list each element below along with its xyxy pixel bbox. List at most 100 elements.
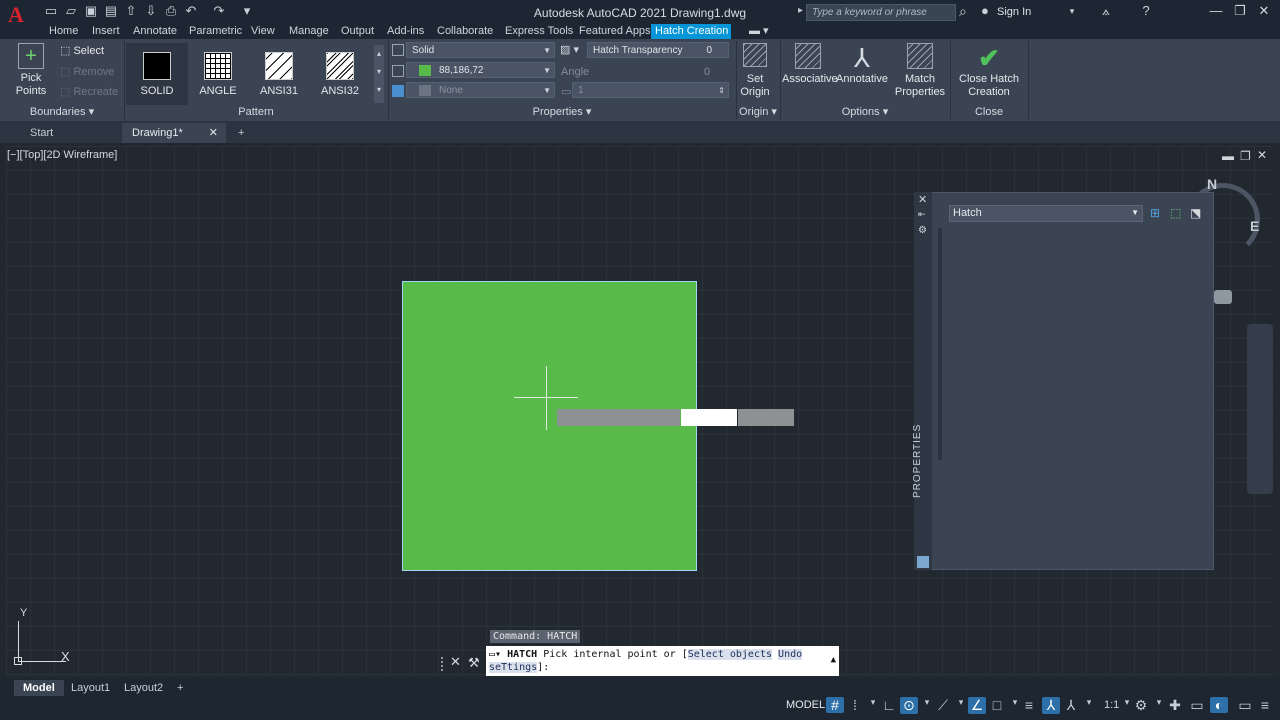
associative-button[interactable]: Associative — [782, 43, 838, 86]
match-properties-button[interactable]: Match Properties — [893, 43, 947, 99]
background-color-dropdown[interactable]: None ▼ — [406, 82, 555, 98]
workspace-gear-icon[interactable]: ⚙ — [1132, 697, 1150, 714]
command-line-input[interactable]: ▭▾ HATCH Pick internal point or [Select … — [486, 646, 839, 676]
clean-screen-icon[interactable]: ▭ — [1236, 697, 1254, 714]
close-hatch-creation-button[interactable]: ✔ Close Hatch Creation — [954, 43, 1024, 99]
tab-manage[interactable]: Manage — [285, 24, 333, 39]
ucs-menu-icon[interactable] — [1214, 290, 1232, 304]
tab-output[interactable]: Output — [337, 24, 378, 39]
customization-menu-icon[interactable]: ≡ — [1256, 697, 1274, 713]
palette-close-icon[interactable]: ✕ — [918, 193, 927, 206]
tab-drawing1[interactable]: Drawing1* ✕ — [122, 123, 226, 143]
viewport-minimize-icon[interactable]: ▬ — [1222, 149, 1234, 163]
toggle-pickadd-icon[interactable]: ⊞ — [1150, 206, 1160, 220]
object-snap-tracking-icon[interactable]: ∠ — [968, 697, 986, 714]
navigation-bar[interactable] — [1247, 324, 1273, 494]
polar-icon[interactable]: ⊙ — [900, 697, 918, 714]
minimize-icon[interactable]: — — [1208, 3, 1224, 18]
pattern-ansi31[interactable]: ANSI31 — [248, 43, 310, 105]
tab-collaborate[interactable]: Collaborate — [433, 24, 497, 39]
tab-view[interactable]: View — [247, 24, 279, 39]
pattern-angle[interactable]: ANGLE — [187, 43, 249, 105]
recent-commands-icon[interactable]: ▭▾ — [489, 649, 501, 660]
hatch-preview[interactable] — [402, 281, 697, 571]
grid-icon[interactable]: # — [826, 697, 844, 713]
viewport-close-icon[interactable]: ✕ — [1257, 148, 1267, 162]
search-input[interactable]: Type a keyword or phrase — [806, 4, 956, 21]
tab-annotate[interactable]: Annotate — [129, 24, 181, 39]
tab-hatch-creation[interactable]: Hatch Creation — [651, 24, 731, 39]
tab-parametric[interactable]: Parametric — [185, 24, 246, 39]
option-undo[interactable]: Undo — [778, 649, 803, 660]
dynamic-input-field[interactable] — [557, 409, 680, 426]
search-icon[interactable]: ⌕ — [959, 3, 967, 20]
tab-featured-apps[interactable]: Featured Apps — [575, 24, 655, 39]
tab-start[interactable]: Start — [20, 123, 63, 143]
palette-title-strip[interactable] — [914, 192, 932, 570]
palette-settings-icon[interactable]: ⚙ — [918, 225, 927, 236]
close-tab-icon[interactable]: ✕ — [209, 123, 218, 143]
annotation-monitor-icon[interactable]: ✚ — [1166, 697, 1184, 714]
hatch-color-dropdown[interactable]: 88,186,72 ▼ — [406, 62, 555, 78]
origin-panel-label[interactable]: Origin ▾ — [736, 105, 780, 120]
transparency-field[interactable]: Hatch Transparency 0 — [587, 42, 729, 58]
ortho-icon[interactable]: ∟ — [880, 697, 898, 713]
tab-home[interactable]: Home — [45, 24, 82, 39]
ribbon-toggle-icon[interactable]: ▬ ▾ — [745, 24, 773, 39]
signin-dropdown-icon[interactable]: ▾ — [1064, 6, 1080, 17]
isodraft-icon[interactable]: ⟋ — [934, 697, 952, 714]
tab-add-ins[interactable]: Add-ins — [383, 24, 428, 39]
options-panel-label[interactable]: Options ▾ — [780, 105, 950, 120]
pick-points-button[interactable]: + Pick Points — [4, 43, 58, 98]
dynamic-input-field[interactable] — [681, 409, 737, 426]
command-grip-icon[interactable] — [441, 657, 447, 671]
model-space-button[interactable]: MODEL — [786, 699, 825, 711]
tab-model[interactable]: Model — [14, 680, 64, 696]
annotation-scale[interactable]: 1:1 — [1104, 699, 1119, 711]
option-settings[interactable]: seTtings — [489, 662, 538, 673]
hatch-type-dropdown[interactable]: Solid ▼ — [406, 42, 555, 58]
boundaries-panel-label[interactable]: Boundaries ▾ — [0, 105, 124, 120]
option-select-objects[interactable]: Select objects — [687, 649, 773, 660]
auto-scale-icon[interactable]: ⅄ — [1062, 697, 1080, 714]
restore-icon[interactable]: ❐ — [1232, 3, 1248, 19]
scale-field[interactable]: 1 ⇕ — [572, 82, 729, 98]
user-icon[interactable]: ● — [981, 3, 989, 18]
pattern-ansi32[interactable]: ANSI32 — [309, 43, 371, 105]
tab-insert[interactable]: Insert — [88, 24, 124, 39]
annotation-dropdown-icon[interactable]: ▾ — [1080, 697, 1098, 708]
command-history-toggle-icon[interactable]: ▲ — [831, 654, 836, 667]
annotation-visibility-icon[interactable]: ⅄ — [1042, 697, 1060, 714]
dynamic-input-field[interactable] — [738, 409, 794, 426]
tab-express-tools[interactable]: Express Tools — [501, 24, 577, 39]
palette-autohide-icon[interactable]: ⇤ — [918, 209, 926, 220]
units-icon[interactable]: ▭ — [1188, 697, 1206, 714]
select-objects-icon[interactable]: ⬚ — [1170, 206, 1181, 220]
angle-value[interactable]: 0 — [704, 66, 710, 78]
tab-layout1[interactable]: Layout1 — [62, 680, 119, 696]
command-close-icon[interactable]: ✕ — [450, 654, 461, 670]
exchange-icon[interactable]: ⟑ — [1098, 3, 1114, 19]
select-button[interactable]: ⬚ Select — [60, 45, 104, 58]
remove-button[interactable]: ⬚ Remove — [60, 66, 114, 79]
close-window-icon[interactable]: ✕ — [1256, 3, 1272, 19]
new-layout-button[interactable]: + — [168, 680, 192, 696]
annotative-button[interactable]: ⅄ Annotative — [836, 43, 888, 86]
pattern-scroll[interactable]: ▴ ▾ ▾ — [374, 45, 384, 103]
new-tab-button[interactable]: + — [228, 123, 254, 143]
viewport-restore-icon[interactable]: ❐ — [1240, 149, 1251, 163]
recreate-button[interactable]: ⬚ Recreate — [60, 86, 118, 99]
customize-command-icon[interactable]: ⚒ — [468, 655, 480, 671]
palette-scrollbar[interactable] — [938, 228, 942, 460]
sign-in-link[interactable]: Sign In — [997, 6, 1031, 18]
osnap-icon[interactable]: □ — [988, 697, 1006, 713]
quick-select-icon[interactable]: ⬔ — [1190, 206, 1201, 220]
pattern-solid[interactable]: SOLID — [126, 43, 188, 105]
viewport-controls[interactable]: [−][Top][2D Wireframe] — [7, 149, 117, 161]
lineweight-icon[interactable]: ≡ — [1020, 697, 1038, 713]
snap-icon[interactable]: ⁞ — [846, 697, 864, 713]
isolate-objects-icon[interactable]: ◐ — [1210, 697, 1228, 713]
set-origin-button[interactable]: Set Origin — [738, 43, 772, 99]
properties-panel-label[interactable]: Properties ▾ — [388, 105, 736, 120]
help-icon[interactable]: ? — [1138, 3, 1154, 18]
